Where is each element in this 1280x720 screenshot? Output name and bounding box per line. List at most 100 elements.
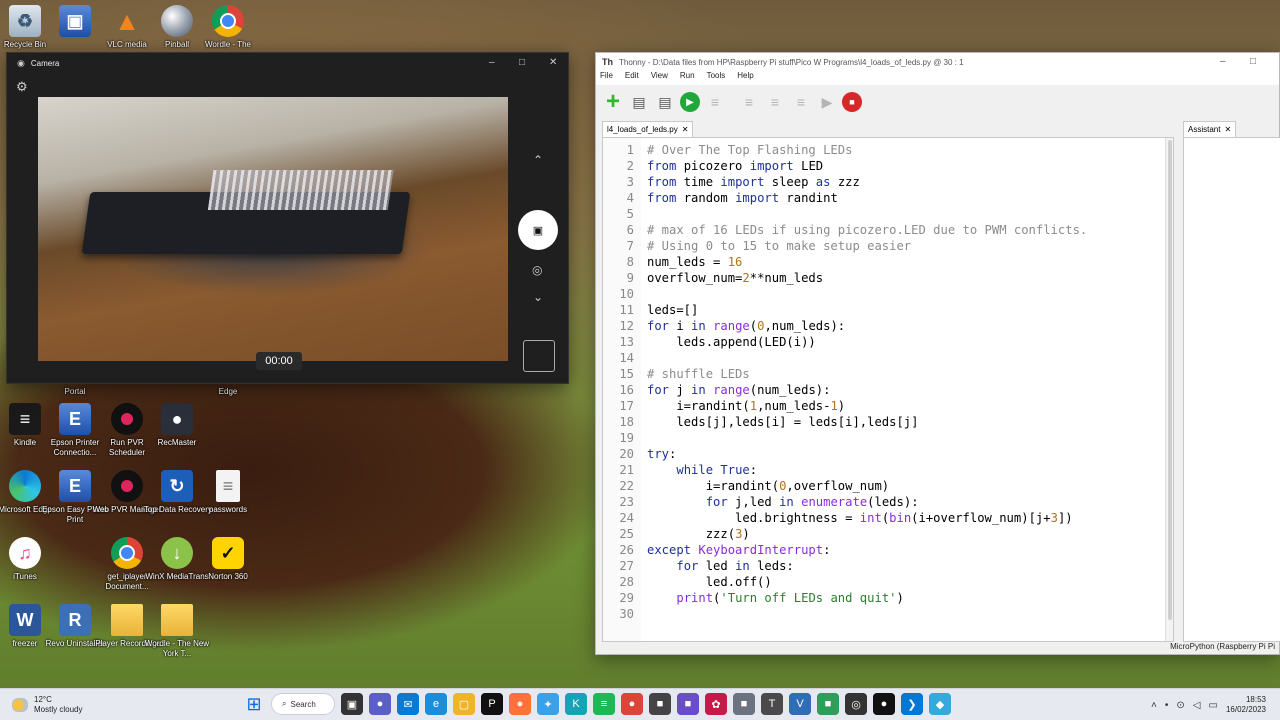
- taskbar-vscode-icon[interactable]: ❯: [901, 693, 923, 715]
- taskbar-thonny-icon[interactable]: T: [761, 693, 783, 715]
- camera-titlebar: ◉ Camera – □ ✕: [7, 53, 568, 73]
- taskbar-chrome-icon[interactable]: ●: [621, 693, 643, 715]
- code-line: 15 # shuffle LEDs: [603, 366, 1173, 382]
- tab-l4-loads-of-leds[interactable]: l4_loads_of_leds.py ✕: [602, 121, 694, 137]
- line-number: 14: [619, 351, 634, 365]
- debug-button[interactable]: ≡: [704, 91, 726, 113]
- close-tab-icon[interactable]: ✕: [1224, 125, 1231, 134]
- taskbar-raspberry-icon[interactable]: ✿: [705, 693, 727, 715]
- line-number: 21: [619, 463, 634, 477]
- taskbar-teams-icon[interactable]: ●: [369, 693, 391, 715]
- taskbar-app-purple-icon[interactable]: ■: [677, 693, 699, 715]
- menu-item-tools[interactable]: Tools: [707, 71, 726, 85]
- run-button[interactable]: ▶: [680, 92, 700, 112]
- step-into-button[interactable]: ≡: [764, 91, 786, 113]
- step-out-button[interactable]: ≡: [790, 91, 812, 113]
- maximize-icon[interactable]: □: [1250, 56, 1256, 67]
- code-token: ,num_leds):: [764, 319, 846, 333]
- interpreter-status[interactable]: MicroPython (Raspberry Pi Pi: [596, 642, 1279, 654]
- desktop-icon[interactable]: ● RecMaster: [142, 403, 212, 448]
- taskbar-ve-icon[interactable]: V: [789, 693, 811, 715]
- close-icon[interactable]: ✕: [549, 57, 557, 68]
- code-token: in: [779, 495, 794, 509]
- menu-item-edit[interactable]: Edit: [625, 71, 639, 85]
- code-token: ,num_leds-: [757, 399, 831, 413]
- close-tab-icon[interactable]: ✕: [682, 125, 689, 134]
- thonny-window: Th Thonny - D:\Data files from HP\Raspbe…: [595, 52, 1280, 655]
- desktop-icon-label: RecMaster: [157, 438, 197, 447]
- desktop-icon[interactable]: Wordle - The New York T...: [142, 604, 212, 659]
- taskbar-task-view-icon[interactable]: ▣: [341, 693, 363, 715]
- code-token: ): [742, 527, 750, 541]
- weather-widget[interactable]: 12°C Mostly cloudy: [12, 695, 82, 715]
- step-over-button[interactable]: ≡: [738, 91, 760, 113]
- save-file-button[interactable]: ▤: [654, 91, 676, 113]
- code-token: 16: [727, 255, 743, 269]
- battery-icon[interactable]: ▭: [1209, 700, 1218, 711]
- open-file-button[interactable]: ▤: [628, 91, 650, 113]
- chevron-up-icon[interactable]: ˄: [1151, 700, 1157, 711]
- taskbar-camera-icon[interactable]: ◎: [845, 693, 867, 715]
- taskbar-recorder-icon[interactable]: ●: [873, 693, 895, 715]
- gallery-thumbnail[interactable]: [523, 340, 555, 372]
- stop-button[interactable]: ■: [842, 92, 862, 112]
- taskbar: 12°C Mostly cloudy ⊞ ⌕ Search ▣ ● ✉ e ▢ P ● ✦ K ≡…: [0, 688, 1280, 720]
- taskbar-mail-icon[interactable]: ✉: [397, 693, 419, 715]
- desktop-icon[interactable]: ✓ Norton 360: [193, 537, 263, 582]
- app-icon: ↓: [161, 537, 193, 569]
- taskbar-kodi-icon[interactable]: K: [565, 693, 587, 715]
- minimize-icon[interactable]: –: [489, 57, 495, 68]
- desktop-icon[interactable]: ≡ passwords: [193, 470, 263, 515]
- menu-item-view[interactable]: View: [651, 71, 668, 85]
- taskbar-app-green-icon[interactable]: ■: [817, 693, 839, 715]
- tab-assistant[interactable]: Assistant ✕: [1183, 121, 1237, 137]
- taskbar-app-cyan-icon[interactable]: ◆: [929, 693, 951, 715]
- taskbar-files-icon[interactable]: ▢: [453, 693, 475, 715]
- code-token: j: [669, 383, 692, 397]
- volume-icon[interactable]: ◁: [1193, 700, 1201, 711]
- video-record-button[interactable]: ▣: [518, 210, 558, 250]
- desktop-icon[interactable]: ♫ iTunes: [0, 537, 60, 582]
- menu-item-help[interactable]: Help: [737, 71, 753, 85]
- new-file-button[interactable]: +: [602, 88, 624, 115]
- code-token: except: [647, 543, 692, 557]
- settings-gear-icon[interactable]: ⚙: [16, 79, 28, 95]
- taskbar-app-blue-icon[interactable]: ✦: [537, 693, 559, 715]
- code-editor[interactable]: 1 # Over The Top Flashing LEDs 2 from picoz…: [602, 137, 1174, 642]
- desktop-icon-label: Edge: [218, 387, 238, 396]
- tab-label: l4_loads_of_leds.py: [607, 125, 678, 134]
- camera-window: ◉ Camera – □ ✕ ⚙ ⌃ ▣ ◎ ⌄ 00:00: [6, 52, 569, 384]
- editor-scrollbar[interactable]: [1165, 138, 1173, 641]
- start-icon[interactable]: ⊞: [243, 693, 265, 715]
- code-token: for: [647, 319, 670, 333]
- line-number: 11: [619, 303, 634, 317]
- code-token: sleep: [764, 175, 816, 189]
- code-line: 30: [603, 606, 1173, 622]
- menu-item-file[interactable]: File: [600, 71, 613, 85]
- line-number: 17: [619, 399, 634, 413]
- line-number: 13: [619, 335, 634, 349]
- desktop-icon-label: Wordle - The New York T...: [144, 639, 210, 658]
- taskbar-spotify-icon[interactable]: ≡: [593, 693, 615, 715]
- menu-item-run[interactable]: Run: [680, 71, 695, 85]
- taskbar-firefox-icon[interactable]: ●: [509, 693, 531, 715]
- network-icon[interactable]: ⊙: [1176, 700, 1184, 711]
- chevron-down-icon[interactable]: ⌄: [533, 290, 543, 304]
- microphone-icon[interactable]: •: [1165, 700, 1169, 711]
- chevron-up-icon[interactable]: ⌃: [533, 153, 543, 167]
- clock[interactable]: 18:53 16/02/2023: [1226, 695, 1266, 715]
- resume-button[interactable]: ▶: [816, 91, 838, 113]
- code-token: j,led: [727, 495, 780, 509]
- line-number: 28: [619, 575, 634, 589]
- maximize-icon[interactable]: □: [519, 57, 525, 68]
- desktop-icon[interactable]: Wordle - The: [193, 5, 263, 50]
- taskbar-edge-icon[interactable]: e: [425, 693, 447, 715]
- search-box[interactable]: ⌕ Search: [271, 693, 335, 715]
- code-line: 8 num_leds = 16: [603, 254, 1173, 270]
- taskbar-app-grey-icon[interactable]: ■: [733, 693, 755, 715]
- taskbar-pvr-icon[interactable]: P: [481, 693, 503, 715]
- line-number: 5: [626, 207, 634, 221]
- photo-mode-icon[interactable]: ◎: [532, 263, 542, 277]
- taskbar-app-dark-icon[interactable]: ■: [649, 693, 671, 715]
- minimize-icon[interactable]: –: [1220, 56, 1226, 67]
